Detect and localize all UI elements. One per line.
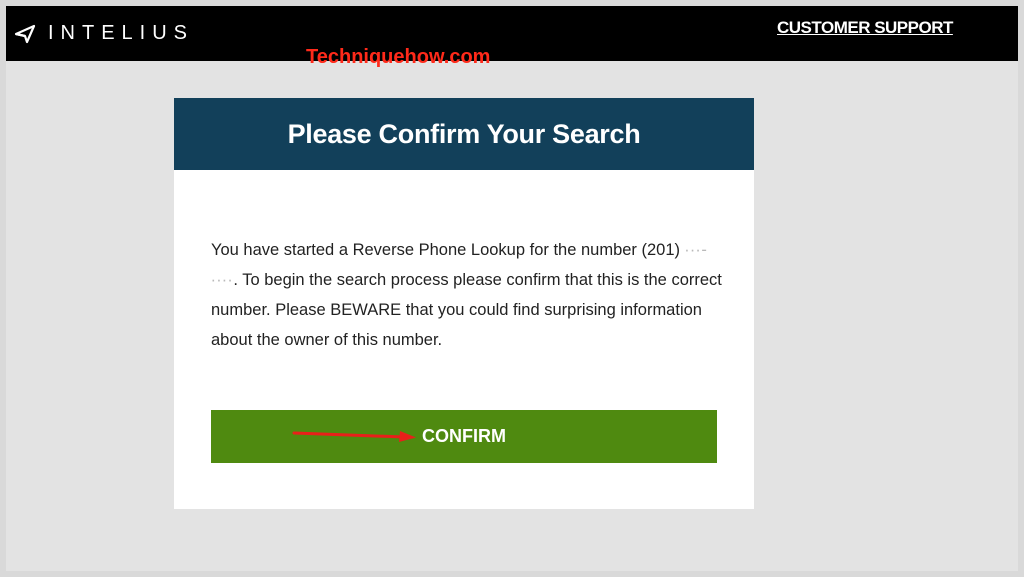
message-text-start: You have started a Reverse Phone Lookup … xyxy=(211,240,685,259)
logo-text: INTELIUS xyxy=(48,22,195,44)
customer-support-link[interactable]: CUSTOMER SUPPORT xyxy=(777,18,953,38)
message-text-end: . To begin the search process please con… xyxy=(211,270,722,349)
red-arrow-annotation xyxy=(292,431,416,442)
dialog-header: Please Confirm Your Search xyxy=(174,98,754,170)
intelius-logo-icon xyxy=(14,24,36,43)
confirm-button[interactable]: CONFIRM xyxy=(211,410,717,463)
confirm-search-dialog: Please Confirm Your Search You have star… xyxy=(174,98,754,509)
intelius-logo[interactable]: INTELIUS xyxy=(14,22,194,45)
dialog-title: Please Confirm Your Search xyxy=(287,118,641,149)
page-frame: INTELIUS CUSTOMER SUPPORT Techniquehow.c… xyxy=(6,6,1018,571)
top-header: INTELIUS CUSTOMER SUPPORT xyxy=(6,6,1018,61)
watermark-text: Techniquehow.com xyxy=(306,46,491,68)
dialog-message: You have started a Reverse Phone Lookup … xyxy=(211,235,723,355)
